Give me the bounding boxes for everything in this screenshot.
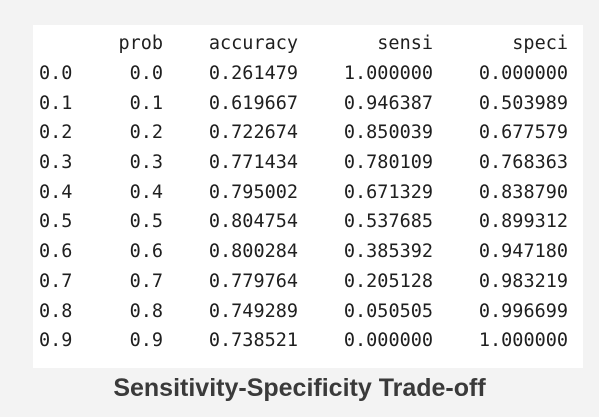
table-row: 0.1 0.1 0.619667 0.946387 0.503989 [39, 88, 568, 118]
column-header-speci: speci [512, 33, 568, 55]
row-index: 0.5 [39, 211, 73, 233]
row-index: 0.4 [39, 181, 73, 203]
cell-prob: 0.1 [129, 92, 163, 114]
row-index: 0.8 [39, 300, 73, 322]
table-row: 0.4 0.4 0.795002 0.671329 0.838790 [39, 177, 568, 207]
cell-sensi: 0.385392 [343, 241, 433, 263]
row-index: 0.0 [39, 63, 73, 85]
table-row: 0.3 0.3 0.771434 0.780109 0.768363 [39, 148, 568, 178]
row-index: 0.7 [39, 270, 73, 292]
cell-prob: 0.2 [129, 122, 163, 144]
dataframe-output: prob accuracy sensi speci 0.0 0.0 0.2614… [33, 25, 583, 368]
figure-caption: Sensitivity-Specificity Trade-off [113, 374, 486, 402]
cell-prob: 0.4 [129, 181, 163, 203]
cell-speci: 0.983219 [478, 270, 568, 292]
row-index: 0.2 [39, 122, 73, 144]
column-header-sensi: sensi [377, 33, 433, 55]
row-index: 0.3 [39, 152, 73, 174]
column-header-accuracy: accuracy [208, 33, 298, 55]
cell-sensi: 0.780109 [343, 152, 433, 174]
table-row: 0.6 0.6 0.800284 0.385392 0.947180 [39, 237, 568, 267]
cell-prob: 0.8 [129, 300, 163, 322]
table-row: 0.5 0.5 0.804754 0.537685 0.899312 [39, 207, 568, 237]
column-header-prob: prob [118, 33, 163, 55]
cell-prob: 0.0 [129, 63, 163, 85]
cell-accuracy: 0.738521 [208, 330, 298, 352]
cell-speci: 0.503989 [478, 92, 568, 114]
cell-accuracy: 0.619667 [208, 92, 298, 114]
cell-accuracy: 0.722674 [208, 122, 298, 144]
table-row: 0.0 0.0 0.261479 1.000000 0.000000 [39, 59, 568, 89]
row-index: 0.9 [39, 330, 73, 352]
cell-prob: 0.6 [129, 241, 163, 263]
cell-prob: 0.3 [129, 152, 163, 174]
cell-sensi: 0.537685 [343, 211, 433, 233]
cell-accuracy: 0.749289 [208, 300, 298, 322]
cell-accuracy: 0.261479 [208, 63, 298, 85]
cell-accuracy: 0.800284 [208, 241, 298, 263]
dataframe-table: prob accuracy sensi speci 0.0 0.0 0.2614… [39, 29, 568, 356]
cell-sensi: 0.000000 [343, 330, 433, 352]
cell-speci: 0.996699 [478, 300, 568, 322]
table-row: 0.9 0.9 0.738521 0.000000 1.000000 [39, 326, 568, 356]
cell-sensi: 0.850039 [343, 122, 433, 144]
cell-speci: 0.899312 [478, 211, 568, 233]
cell-speci: 1.000000 [478, 330, 568, 352]
cell-speci: 0.000000 [478, 63, 568, 85]
screenshot-frame: prob accuracy sensi speci 0.0 0.0 0.2614… [0, 0, 599, 417]
cell-sensi: 1.000000 [343, 63, 433, 85]
table-row: 0.2 0.2 0.722674 0.850039 0.677579 [39, 118, 568, 148]
cell-sensi: 0.050505 [343, 300, 433, 322]
cell-prob: 0.9 [129, 330, 163, 352]
cell-accuracy: 0.771434 [208, 152, 298, 174]
cell-prob: 0.5 [129, 211, 163, 233]
table-header-row: prob accuracy sensi speci [39, 29, 568, 59]
cell-sensi: 0.205128 [343, 270, 433, 292]
table-row: 0.8 0.8 0.749289 0.050505 0.996699 [39, 296, 568, 326]
cell-sensi: 0.946387 [343, 92, 433, 114]
cell-speci: 0.677579 [478, 122, 568, 144]
row-index: 0.1 [39, 92, 73, 114]
cell-prob: 0.7 [129, 270, 163, 292]
cell-speci: 0.768363 [478, 152, 568, 174]
cell-accuracy: 0.795002 [208, 181, 298, 203]
cell-accuracy: 0.804754 [208, 211, 298, 233]
cell-accuracy: 0.779764 [208, 270, 298, 292]
cell-speci: 0.947180 [478, 241, 568, 263]
cell-sensi: 0.671329 [343, 181, 433, 203]
index-header [39, 29, 83, 59]
table-row: 0.7 0.7 0.779764 0.205128 0.983219 [39, 267, 568, 297]
row-index: 0.6 [39, 241, 73, 263]
cell-speci: 0.838790 [478, 181, 568, 203]
